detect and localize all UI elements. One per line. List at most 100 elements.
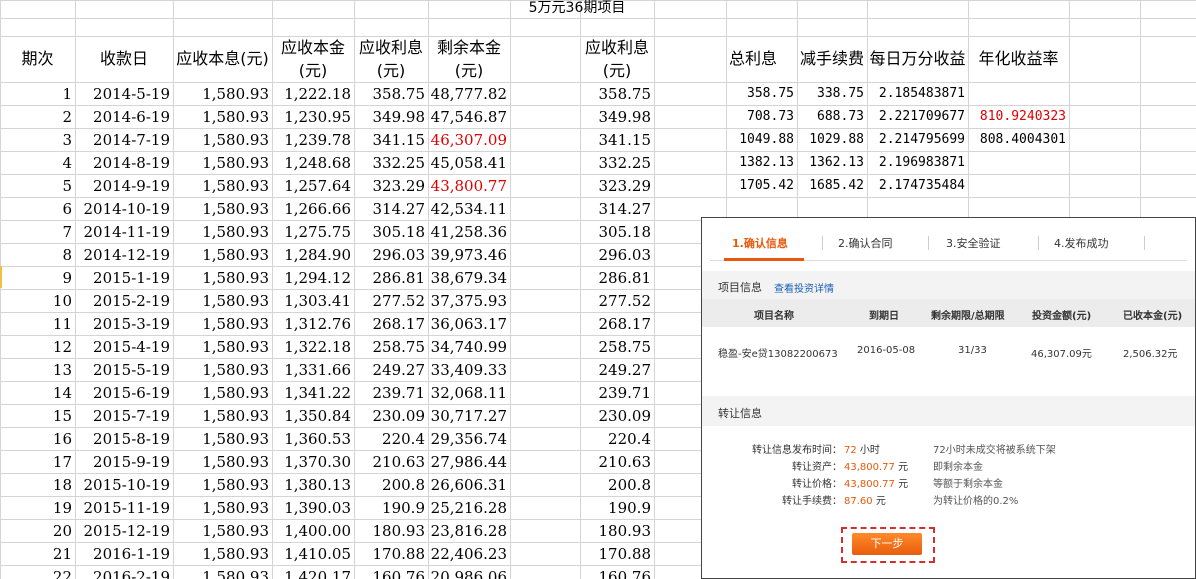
- cell-interest2[interactable]: 358.75: [580, 83, 652, 105]
- cell-interest2[interactable]: 239.71: [580, 382, 652, 404]
- cell-principal[interactable]: 1,322.18: [272, 336, 351, 358]
- cell-date[interactable]: 2015-9-19: [75, 451, 170, 473]
- cell-n[interactable]: 15: [0, 405, 72, 427]
- cell-interest[interactable]: 190.9: [354, 497, 425, 519]
- cell-remaining[interactable]: 41,258.36: [428, 221, 507, 243]
- cell-total-interest[interactable]: 1382.13: [726, 152, 794, 174]
- cell-interest[interactable]: 249.27: [354, 359, 426, 381]
- cell-date[interactable]: 2015-11-19: [75, 497, 170, 519]
- cell-total[interactable]: 1,580.93: [173, 405, 269, 427]
- cell-total[interactable]: 1,580.93: [173, 267, 269, 289]
- cell-principal[interactable]: 1,248.68: [272, 152, 351, 174]
- cell-total[interactable]: 1,580.93: [173, 152, 269, 174]
- cell-remaining[interactable]: 46,307.09: [428, 129, 507, 151]
- cell-principal[interactable]: 1,239.78: [272, 129, 351, 151]
- cell-daily[interactable]: 2.196983871: [867, 152, 965, 174]
- cell-total[interactable]: 1,580.93: [173, 359, 269, 381]
- cell-interest[interactable]: 258.75: [354, 336, 426, 358]
- cell-daily[interactable]: 2.214795699: [867, 129, 965, 151]
- cell-interest2[interactable]: 210.63: [580, 451, 652, 473]
- cell-interest[interactable]: 200.8: [354, 474, 425, 496]
- cell-principal[interactable]: 1,294.12: [272, 267, 351, 289]
- cell-daily[interactable]: 2.221709677: [867, 106, 965, 128]
- cell-daily[interactable]: 2.185483871: [867, 83, 965, 105]
- cell-principal[interactable]: 1,390.03: [272, 497, 351, 519]
- cell-principal[interactable]: 1,284.90: [272, 244, 351, 266]
- cell-n[interactable]: 5: [0, 175, 72, 197]
- cell-interest[interactable]: 268.17: [354, 313, 426, 335]
- header-annual-yield[interactable]: 年化收益率: [968, 48, 1069, 70]
- step-confirm-info[interactable]: 1.确认信息: [732, 235, 788, 251]
- cell-date[interactable]: 2014-10-19: [75, 198, 170, 220]
- cell-n[interactable]: 3: [0, 129, 72, 151]
- cell-n[interactable]: 14: [0, 382, 72, 404]
- cell-date[interactable]: 2015-10-19: [75, 474, 170, 496]
- cell-total[interactable]: 1,580.93: [173, 221, 269, 243]
- cell-date[interactable]: 2015-1-19: [75, 267, 170, 289]
- header-total-interest[interactable]: 总利息: [726, 48, 780, 70]
- cell-principal[interactable]: 1,360.53: [272, 428, 351, 450]
- header-period[interactable]: 期次: [0, 48, 75, 70]
- cell-date[interactable]: 2015-8-19: [75, 428, 170, 450]
- cell-principal[interactable]: 1,420.17: [272, 566, 351, 579]
- cell-total[interactable]: 1,580.93: [173, 497, 269, 519]
- cell-principal[interactable]: 1,350.84: [272, 405, 351, 427]
- cell-n[interactable]: 6: [0, 198, 72, 220]
- cell-principal[interactable]: 1,370.30: [272, 451, 351, 473]
- cell-interest[interactable]: 239.71: [354, 382, 426, 404]
- cell-date[interactable]: 2014-9-19: [75, 175, 170, 197]
- cell-principal[interactable]: 1,222.18: [272, 83, 351, 105]
- header-receivable-total[interactable]: 应收本息(元): [173, 48, 272, 70]
- cell-annual[interactable]: [968, 152, 1066, 174]
- cell-interest[interactable]: 332.25: [354, 152, 426, 174]
- cell-date[interactable]: 2015-2-19: [75, 290, 170, 312]
- cell-interest2[interactable]: 332.25: [580, 152, 652, 174]
- cell-principal[interactable]: 1,266.66: [272, 198, 351, 220]
- cell-total[interactable]: 1,580.93: [173, 566, 269, 579]
- cell-date[interactable]: 2016-1-19: [75, 543, 170, 565]
- cell-interest2[interactable]: 341.15: [580, 129, 652, 151]
- cell-principal[interactable]: 1,341.22: [272, 382, 351, 404]
- cell-n[interactable]: 1: [0, 83, 72, 105]
- cell-remaining[interactable]: 30,717.27: [428, 405, 507, 427]
- cell-total-interest[interactable]: 708.73: [726, 106, 794, 128]
- cell-total-interest[interactable]: 358.75: [726, 83, 794, 105]
- cell-principal[interactable]: 1,275.75: [272, 221, 351, 243]
- header-interest2-line1[interactable]: 应收利息: [580, 37, 654, 59]
- cell-interest2[interactable]: 305.18: [580, 221, 652, 243]
- cell-n[interactable]: 16: [0, 428, 72, 450]
- cell-n[interactable]: 4: [0, 152, 72, 174]
- header-interest-line1[interactable]: 应收利息: [354, 37, 428, 59]
- cell-n[interactable]: 10: [0, 290, 72, 312]
- cell-principal[interactable]: 1,303.41: [272, 290, 351, 312]
- cell-n[interactable]: 12: [0, 336, 72, 358]
- cell-total[interactable]: 1,580.93: [173, 520, 269, 542]
- cell-annual[interactable]: 808.4004301: [968, 129, 1066, 151]
- cell-minus-fee[interactable]: 1685.42: [797, 175, 864, 197]
- cell-remaining[interactable]: 38,679.34: [428, 267, 507, 289]
- cell-interest[interactable]: 305.18: [354, 221, 426, 243]
- cell-minus-fee[interactable]: 1029.88: [797, 129, 864, 151]
- cell-n[interactable]: 2: [0, 106, 72, 128]
- cell-interest2[interactable]: 258.75: [580, 336, 652, 358]
- cell-total[interactable]: 1,580.93: [173, 129, 269, 151]
- cell-minus-fee[interactable]: 688.73: [797, 106, 864, 128]
- cell-remaining[interactable]: 42,534.11: [428, 198, 507, 220]
- cell-interest[interactable]: 160.76: [354, 566, 426, 579]
- cell-n[interactable]: 8: [0, 244, 72, 266]
- cell-n[interactable]: 22: [0, 566, 72, 579]
- cell-remaining[interactable]: 36,063.17: [428, 313, 507, 335]
- cell-n[interactable]: 20: [0, 520, 72, 542]
- cell-total[interactable]: 1,580.93: [173, 313, 269, 335]
- cell-interest[interactable]: 230.09: [354, 405, 426, 427]
- cell-interest2[interactable]: 277.52: [580, 290, 652, 312]
- cell-n[interactable]: 18: [0, 474, 72, 496]
- cell-n[interactable]: 7: [0, 221, 72, 243]
- cell-total[interactable]: 1,580.93: [173, 474, 269, 496]
- cell-interest[interactable]: 286.81: [354, 267, 426, 289]
- cell-n[interactable]: 17: [0, 451, 72, 473]
- sheet-title[interactable]: 5万元36期项目: [428, 0, 726, 18]
- cell-principal[interactable]: 1,380.13: [272, 474, 351, 496]
- cell-total[interactable]: 1,580.93: [173, 290, 269, 312]
- cell-annual[interactable]: 810.9240323: [968, 106, 1066, 128]
